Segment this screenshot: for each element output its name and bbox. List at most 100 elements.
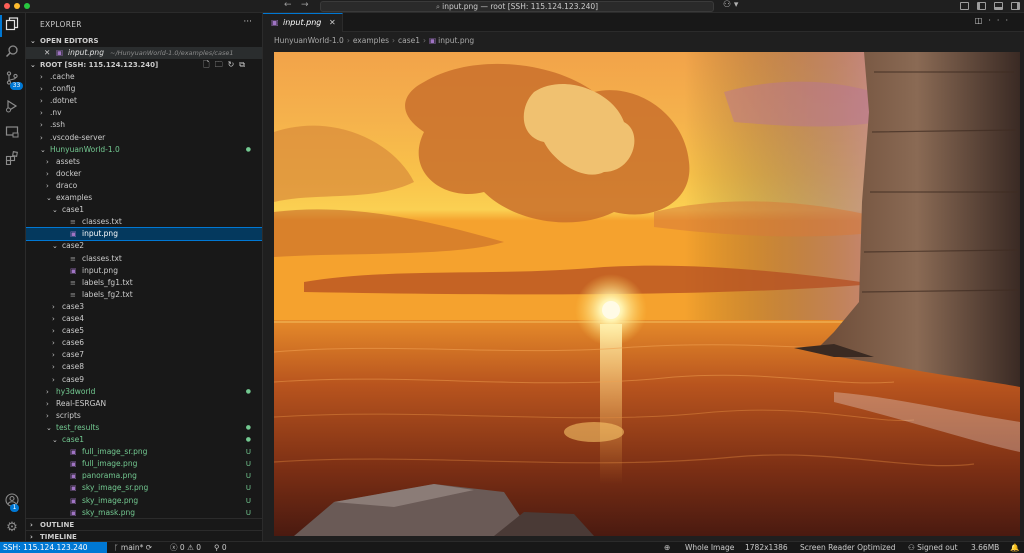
extensions-icon[interactable] xyxy=(3,151,21,169)
tree-folder[interactable]: ⌄ examples xyxy=(26,192,262,204)
tree-folder[interactable]: ⌄ case2 xyxy=(26,240,262,252)
tree-folder[interactable]: › Real-ESRGAN xyxy=(26,398,262,410)
tree-file[interactable]: ▣ input.png xyxy=(26,265,262,277)
refresh-icon[interactable]: ↻ xyxy=(228,60,240,69)
tree-folder[interactable]: › .ssh xyxy=(26,119,262,131)
outline-section-header[interactable]: › OUTLINE xyxy=(26,518,262,530)
toggle-panel-icon[interactable] xyxy=(994,2,1003,10)
tree-folder[interactable]: › case5 xyxy=(26,325,262,337)
signed-out-indicator[interactable]: ⚇ Signed out xyxy=(908,542,958,553)
image-file-icon: ▣ xyxy=(70,448,77,457)
tree-folder[interactable]: › .cache xyxy=(26,71,262,83)
forward-arrow-icon[interactable]: → xyxy=(301,0,309,10)
zoom-level[interactable]: Whole Image xyxy=(685,542,734,553)
tree-folder[interactable]: › case3 xyxy=(26,301,262,313)
minimize-window-button[interactable] xyxy=(14,3,20,9)
ports-indicator[interactable]: ⚲ 0 xyxy=(214,542,227,553)
account-icon: ⚇ xyxy=(908,543,918,552)
tree-folder[interactable]: › docker xyxy=(26,168,262,180)
command-center[interactable]: ⌕ input.png — root [SSH: 115.124.123.240] xyxy=(320,1,714,12)
image-file-icon: ▣ xyxy=(70,266,77,275)
new-file-icon[interactable]: 🗋 xyxy=(203,60,214,69)
search-icon[interactable] xyxy=(3,44,21,62)
tree-folder[interactable]: ⌄ test_results ● xyxy=(26,422,262,434)
git-status-badge: U xyxy=(245,508,251,517)
tree-folder[interactable]: › assets xyxy=(26,156,262,168)
tree-file[interactable]: ▣ sky_image_sr.png U xyxy=(26,482,262,494)
tree-folder[interactable]: › case8 xyxy=(26,361,262,373)
status-bar: SSH: 115.124.123.240 ᚴ main* ⟳ ⓧ 0 ⚠ 0 ⚲… xyxy=(0,541,1024,553)
tree-file[interactable]: ≡ classes.txt xyxy=(26,216,262,228)
tree-item-label: sky_mask.png xyxy=(82,507,135,517)
branch-indicator[interactable]: ᚴ main* ⟳ xyxy=(114,542,152,553)
open-editors-header[interactable]: ⌄ OPEN EDITORS xyxy=(26,35,262,47)
tree-file[interactable]: ▣ full_image_sr.png U xyxy=(26,446,262,458)
tree-folder[interactable]: › hy3dworld ● xyxy=(26,386,262,398)
close-icon[interactable]: ✕ xyxy=(44,47,50,59)
tree-folder[interactable]: ⌄ case1 xyxy=(26,204,262,216)
toggle-secondary-sidebar-icon[interactable] xyxy=(1011,2,1020,10)
tree-item-label: test_results xyxy=(56,422,100,432)
problems-indicator[interactable]: ⓧ 0 ⚠ 0 xyxy=(170,542,201,553)
tree-folder[interactable]: › .nv xyxy=(26,107,262,119)
text-file-icon: ≡ xyxy=(70,254,76,263)
breadcrumb-item[interactable]: examples xyxy=(353,36,389,45)
tree-file[interactable]: ▣ panorama.png U xyxy=(26,470,262,482)
notifications-icon[interactable]: 🔔 xyxy=(1010,542,1019,553)
tree-folder[interactable]: › case7 xyxy=(26,349,262,361)
chevron-down-icon: ⌄ xyxy=(52,206,58,215)
tree-folder[interactable]: › case9 xyxy=(26,374,262,386)
back-arrow-icon[interactable]: ← xyxy=(284,0,292,10)
chevron-right-icon: › xyxy=(40,121,43,130)
breadcrumb-item[interactable]: case1 xyxy=(398,36,420,45)
tree-file[interactable]: ≡ labels_fg2.txt xyxy=(26,289,262,301)
tree-file[interactable]: ≡ classes.txt xyxy=(26,253,262,265)
screen-reader-mode[interactable]: Screen Reader Optimized xyxy=(800,542,896,553)
tree-file[interactable]: ▣ full_image.png U xyxy=(26,458,262,470)
new-folder-icon[interactable]: 🗀 xyxy=(215,60,228,69)
close-icon[interactable]: ✕ xyxy=(329,14,336,31)
tree-folder[interactable]: › .dotnet xyxy=(26,95,262,107)
search-icon: ⌕ xyxy=(435,2,441,11)
tree-folder[interactable]: › .config xyxy=(26,83,262,95)
maximize-window-button[interactable] xyxy=(24,3,30,9)
collapse-all-icon[interactable]: ⧉ xyxy=(239,60,250,69)
activity-bar: 33 1 ⚙ xyxy=(0,13,26,541)
tree-folder[interactable]: ⌄ HunyuanWorld-1.0 ● xyxy=(26,144,262,156)
tab-input-png[interactable]: ▣ input.png ✕ xyxy=(263,13,343,32)
chevron-down-icon: ⌄ xyxy=(46,423,52,432)
tree-item-label: case1 xyxy=(62,205,85,215)
layout-icon[interactable] xyxy=(960,2,969,10)
remote-indicator[interactable]: SSH: 115.124.123.240 xyxy=(0,542,107,553)
timeline-section-header[interactable]: › TIMELINE xyxy=(26,530,262,541)
image-preview[interactable] xyxy=(274,52,1020,536)
sync-icon[interactable]: ⟳ xyxy=(146,543,152,552)
zoom-icon[interactable]: ⊕ xyxy=(664,542,670,553)
tree-folder[interactable]: › scripts xyxy=(26,410,262,422)
explorer-icon[interactable] xyxy=(3,17,21,35)
tree-file[interactable]: ≡ labels_fg1.txt xyxy=(26,277,262,289)
chevron-right-icon: › xyxy=(392,36,396,45)
tree-folder[interactable]: › draco xyxy=(26,180,262,192)
tree-folder[interactable]: › case4 xyxy=(26,313,262,325)
tree-file[interactable]: ▣ input.png xyxy=(26,227,262,242)
tree-folder[interactable]: › case6 xyxy=(26,337,262,349)
close-window-button[interactable] xyxy=(4,3,10,9)
tree-file[interactable]: ▣ sky_image.png U xyxy=(26,495,262,507)
split-editor-icon[interactable]: ◫ xyxy=(975,16,989,25)
more-actions-icon[interactable]: ··· xyxy=(988,16,1014,25)
toggle-primary-sidebar-icon[interactable] xyxy=(977,2,986,10)
copilot-icon[interactable]: ⚇ ▾ xyxy=(723,0,738,10)
open-editor-item[interactable]: ✕ ▣ input.png ~/HunyuanWorld-1.0/example… xyxy=(26,47,262,59)
tree-folder[interactable]: ⌄ case1 ● xyxy=(26,434,262,446)
breadcrumb-item[interactable]: input.png xyxy=(438,36,474,45)
run-debug-icon[interactable] xyxy=(3,99,21,117)
tree-item-label: case2 xyxy=(62,241,85,251)
tree-file[interactable]: ▣ sky_mask.png U xyxy=(26,507,262,519)
tree-folder[interactable]: › .vscode-server xyxy=(26,132,262,144)
remote-explorer-icon[interactable] xyxy=(3,125,21,143)
more-actions-icon[interactable]: ··· xyxy=(243,17,252,27)
breadcrumb-item[interactable]: HunyuanWorld-1.0 xyxy=(274,36,344,45)
branch-icon: ᚴ xyxy=(114,543,121,552)
settings-gear-icon[interactable]: ⚙ xyxy=(3,519,21,537)
